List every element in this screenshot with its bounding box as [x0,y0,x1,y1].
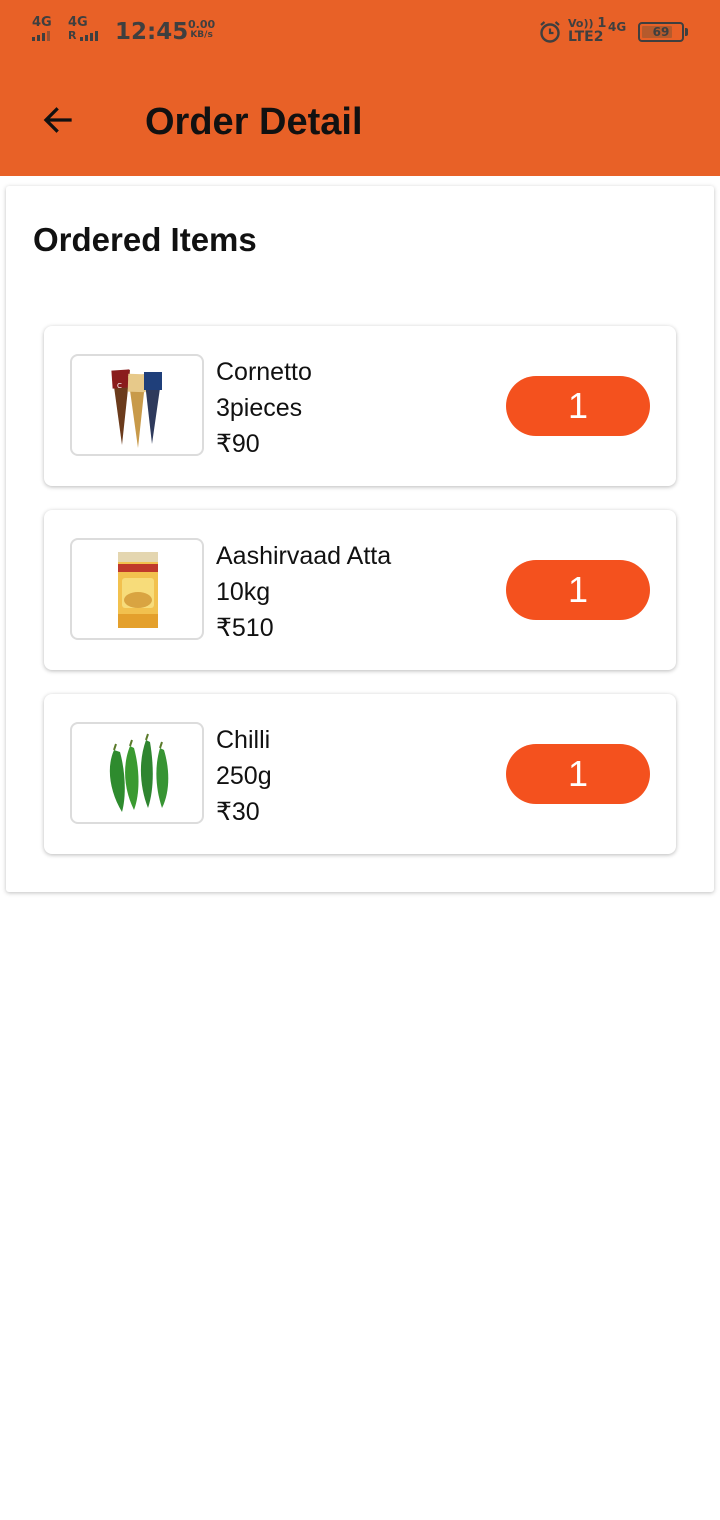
back-arrow-icon [43,107,72,133]
order-item-cornetto[interactable]: C Cornetto 3pieces ₹90 1 [44,326,676,486]
item-name: Cornetto [216,358,312,386]
order-item-aashirvaad-atta[interactable]: Aashirvaad Atta 10kg ₹510 1 [44,510,676,670]
item-quantity-desc: 10kg [216,578,271,606]
atta-bag-image [70,538,204,640]
item-info: Cornetto 3pieces ₹90 [216,354,312,462]
item-count-badge[interactable]: 1 [506,744,650,804]
ordered-items-card: Ordered Items C Cornetto 3pieces ₹90 1 A… [6,186,714,892]
network-speed: 0.00 KB/s [188,19,215,41]
battery-icon: 69 [638,22,688,42]
green-chilli-image [70,722,204,824]
battery-level: 69 [652,25,670,39]
roaming-label: R [68,29,77,42]
item-price: ₹510 [216,614,274,642]
item-count-badge[interactable]: 1 [506,376,650,436]
item-price: ₹90 [216,430,260,458]
app-bar: 4G 4G R 12:45 0.00 KB/s Vo)) 1 LTE2 4G 6… [0,0,720,176]
back-button[interactable] [34,96,82,144]
network-type-label: 4G [608,20,627,34]
status-time: 12:45 [115,19,189,45]
section-title: Ordered Items [33,221,257,258]
item-count-badge[interactable]: 1 [506,560,650,620]
signal-bars-icon [32,31,52,41]
signal-bars-icon: R [68,29,99,42]
item-name: Chilli [216,726,271,754]
speed-value: 0.00 [188,18,216,31]
alarm-icon [540,21,560,43]
page-title: Order Detail [145,101,363,143]
sim2-signal: 4G R [68,15,99,42]
cornetto-cones-image: C [70,354,204,456]
item-price: ₹30 [216,798,260,826]
lte-label: LTE2 [568,29,604,45]
volte-indicator: Vo)) 1 LTE2 [568,17,606,45]
order-item-chilli[interactable]: Chilli 250g ₹30 1 [44,694,676,854]
item-quantity-desc: 250g [216,762,272,790]
status-bar: 4G 4G R 12:45 0.00 KB/s Vo)) 1 LTE2 4G 6… [0,0,720,64]
item-info: Chilli 250g ₹30 [216,722,272,830]
sim1-signal: 4G [32,16,52,41]
item-info: Aashirvaad Atta 10kg ₹510 [216,538,391,646]
svg-text:C: C [117,382,122,390]
item-quantity-desc: 3pieces [216,394,303,422]
sim1-network-label: 4G [32,15,52,30]
sim2-network-label: 4G [68,15,88,30]
item-name: Aashirvaad Atta [216,542,392,570]
speed-unit: KB/s [190,30,213,40]
